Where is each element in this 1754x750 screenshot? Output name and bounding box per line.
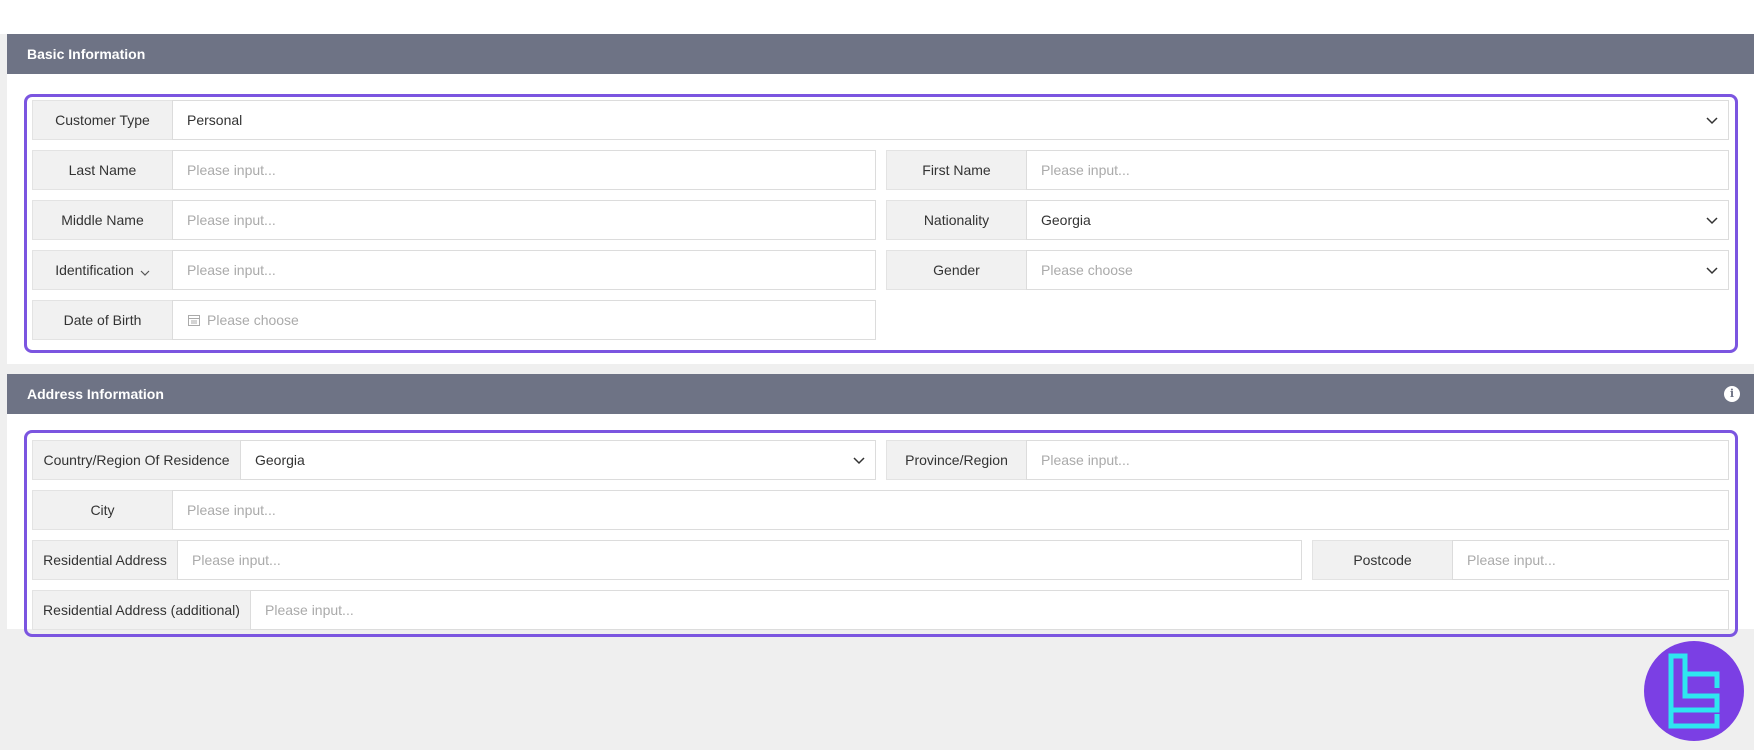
chevron-down-icon <box>1706 264 1718 276</box>
identification-input[interactable]: Please input... <box>172 250 876 290</box>
first-name-label: First Name <box>886 150 1026 190</box>
basic-info-title: Basic Information <box>27 46 146 62</box>
residential-address-label-text: Residential Address <box>43 552 167 568</box>
nationality-label: Nationality <box>886 200 1026 240</box>
province-input[interactable]: Please input... <box>1026 440 1729 480</box>
customer-type-label-text: Customer Type <box>55 112 150 128</box>
gender-select[interactable]: Please choose <box>1026 250 1729 290</box>
customer-type-select[interactable]: Personal <box>172 100 1729 140</box>
residential-address-additional-label: Residential Address (additional) <box>32 590 250 630</box>
province-label: Province/Region <box>886 440 1026 480</box>
last-name-placeholder: Please input... <box>187 162 276 178</box>
first-name-label-text: First Name <box>922 162 991 178</box>
chevron-down-icon <box>1706 114 1718 126</box>
dob-label-text: Date of Birth <box>63 312 142 328</box>
province-label-text: Province/Region <box>905 452 1008 468</box>
postcode-placeholder: Please input... <box>1467 552 1556 568</box>
postcode-label: Postcode <box>1312 540 1452 580</box>
middle-name-placeholder: Please input... <box>187 212 276 228</box>
middle-name-label-text: Middle Name <box>61 212 144 228</box>
dob-placeholder: Please choose <box>207 312 299 328</box>
chevron-down-icon <box>1706 214 1718 226</box>
postcode-label-text: Postcode <box>1353 552 1412 568</box>
gender-placeholder: Please choose <box>1041 262 1133 278</box>
customer-type-value: Personal <box>187 112 243 128</box>
gender-label: Gender <box>886 250 1026 290</box>
residential-address-label: Residential Address <box>32 540 177 580</box>
middle-name-input[interactable]: Please input... <box>172 200 876 240</box>
nationality-select[interactable]: Georgia <box>1026 200 1729 240</box>
nationality-label-text: Nationality <box>923 212 990 228</box>
dob-label: Date of Birth <box>32 300 172 340</box>
logo-mark-icon <box>1668 653 1720 729</box>
city-input[interactable]: Please input... <box>172 490 1729 530</box>
residential-address-additional-input[interactable]: Please input... <box>250 590 1729 630</box>
identification-type-select[interactable]: Identification <box>32 250 172 290</box>
gender-label-text: Gender <box>933 262 980 278</box>
nationality-value: Georgia <box>1041 212 1091 228</box>
residential-address-placeholder: Please input... <box>192 552 281 568</box>
last-name-label: Last Name <box>32 150 172 190</box>
first-name-input[interactable]: Please input... <box>1026 150 1729 190</box>
city-label-text: City <box>90 502 115 518</box>
calendar-icon <box>187 313 201 327</box>
brand-logo <box>1644 641 1744 741</box>
basic-info-header: Basic Information <box>7 34 1754 74</box>
customer-type-label: Customer Type <box>32 100 172 140</box>
country-label-text: Country/Region Of Residence <box>43 452 230 468</box>
dob-picker[interactable]: Please choose <box>172 300 876 340</box>
country-label: Country/Region Of Residence <box>32 440 240 480</box>
country-select[interactable]: Georgia <box>240 440 876 480</box>
province-placeholder: Please input... <box>1041 452 1130 468</box>
top-bar <box>0 0 1754 34</box>
last-name-label-text: Last Name <box>68 162 137 178</box>
identification-placeholder: Please input... <box>187 262 276 278</box>
last-name-input[interactable]: Please input... <box>172 150 876 190</box>
first-name-placeholder: Please input... <box>1041 162 1130 178</box>
address-info-header: Address Information i <box>7 374 1754 414</box>
residential-address-additional-placeholder: Please input... <box>265 602 354 618</box>
identification-label-text: Identification <box>55 262 134 278</box>
residential-address-additional-label-text: Residential Address (additional) <box>43 602 240 618</box>
info-icon[interactable]: i <box>1724 386 1740 402</box>
postcode-input[interactable]: Please input... <box>1452 540 1729 580</box>
city-label: City <box>32 490 172 530</box>
middle-name-label: Middle Name <box>32 200 172 240</box>
address-info-title: Address Information <box>27 386 164 402</box>
residential-address-input[interactable]: Please input... <box>177 540 1302 580</box>
city-placeholder: Please input... <box>187 502 276 518</box>
chevron-down-icon <box>853 454 865 466</box>
chevron-down-icon <box>140 265 150 276</box>
country-value: Georgia <box>255 452 305 468</box>
